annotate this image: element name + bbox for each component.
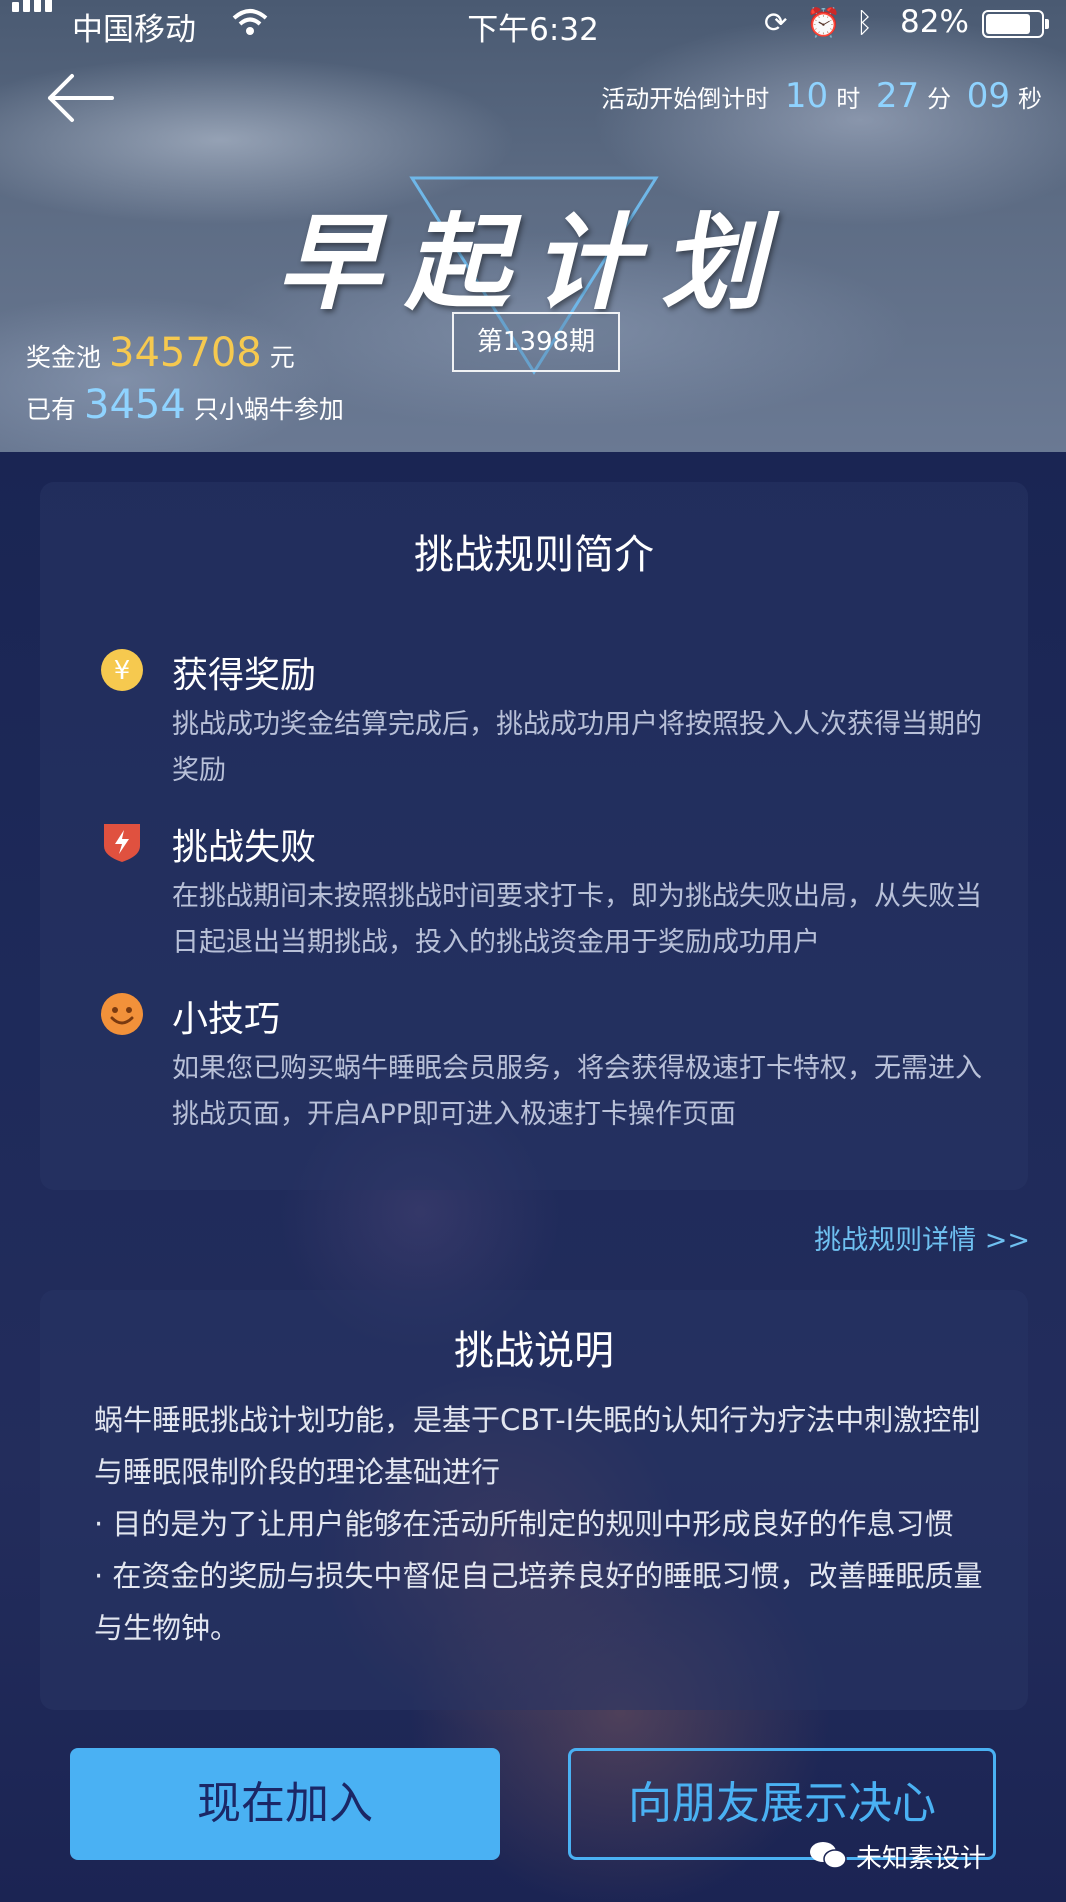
rule-title: 挑战失败 xyxy=(172,827,317,868)
battery-percent: 82% xyxy=(900,4,969,40)
prize-pool-value: 345708 xyxy=(109,330,262,376)
battery-icon xyxy=(982,10,1049,38)
countdown-minutes: 27 xyxy=(875,76,920,116)
svg-text:¥: ¥ xyxy=(114,656,131,686)
issue-badge: 第1398期 xyxy=(452,312,620,372)
rules-card: 挑战规则简介 ¥ 获得奖励 挑战成功奖金结算完成后，挑战成功用户将按照投入人次获… xyxy=(40,482,1028,1190)
countdown-seconds: 09 xyxy=(966,76,1010,116)
alarm-icon: ⏰ xyxy=(806,6,842,39)
shield-lightning-icon xyxy=(104,824,140,862)
explain-paragraph: 蜗牛睡眠挑战计划功能，是基于CBT-I失眠的认知行为疗法中刺激控制与睡眠限制阶段… xyxy=(94,1403,981,1489)
rules-detail-link[interactable]: 挑战规则详情 >> xyxy=(814,1218,1030,1257)
smiley-icon xyxy=(101,993,143,1035)
status-icons: ⟳ ⏰ ᛒ xyxy=(764,6,873,39)
rules-card-title: 挑战规则简介 xyxy=(414,532,654,578)
prize-pool: 奖金池 345708 元 xyxy=(26,330,295,376)
explain-bullet: · 在资金的奖励与损失中督促自己培养良好的睡眠习惯，改善睡眠质量与生物钟。 xyxy=(94,1559,983,1645)
back-arrow-icon[interactable] xyxy=(42,68,114,128)
rotation-lock-icon: ⟳ xyxy=(764,6,788,39)
rule-desc: 如果您已购买蜗牛睡眠会员服务，将会获得极速打卡特权，无需进入挑战页面，开启APP… xyxy=(172,1053,982,1130)
page-title: 早起计划 xyxy=(276,201,789,324)
explain-bullet: · 目的是为了让用户能够在活动所制定的规则中形成良好的作息习惯 xyxy=(94,1507,954,1541)
explain-card-body: 蜗牛睡眠挑战计划功能，是基于CBT-I失眠的认知行为疗法中刺激控制与睡眠限制阶段… xyxy=(94,1394,994,1654)
countdown-hours: 10 xyxy=(784,76,829,116)
participant-count: 已有 3454 只小蜗牛参加 xyxy=(26,382,344,428)
bluetooth-icon: ᛒ xyxy=(856,6,873,39)
rule-title: 获得奖励 xyxy=(172,655,317,696)
rule-desc: 挑战成功奖金结算完成后，挑战成功用户将按照投入人次获得当期的奖励 xyxy=(172,709,982,786)
rule-desc: 在挑战期间未按照挑战时间要求打卡，即为挑战失败出局，从失败当日起退出当期挑战，投… xyxy=(172,881,982,958)
watermark: 未知素设计 xyxy=(810,1838,986,1875)
status-bar: 中国移动 下午6:32 ⟳ ⏰ ᛒ 82% xyxy=(0,0,1066,48)
activity-countdown: 活动开始倒计时 10 时 27 分 09 秒 xyxy=(601,76,1042,116)
explain-card-title: 挑战说明 xyxy=(454,1328,614,1374)
rule-title: 小技巧 xyxy=(172,999,281,1040)
wechat-icon xyxy=(810,1842,847,1869)
join-now-button[interactable]: 现在加入 xyxy=(70,1748,500,1860)
yuan-coin-icon: ¥ xyxy=(101,649,143,691)
participant-count-value: 3454 xyxy=(84,382,186,428)
explain-card: 挑战说明 蜗牛睡眠挑战计划功能，是基于CBT-I失眠的认知行为疗法中刺激控制与睡… xyxy=(40,1290,1028,1710)
